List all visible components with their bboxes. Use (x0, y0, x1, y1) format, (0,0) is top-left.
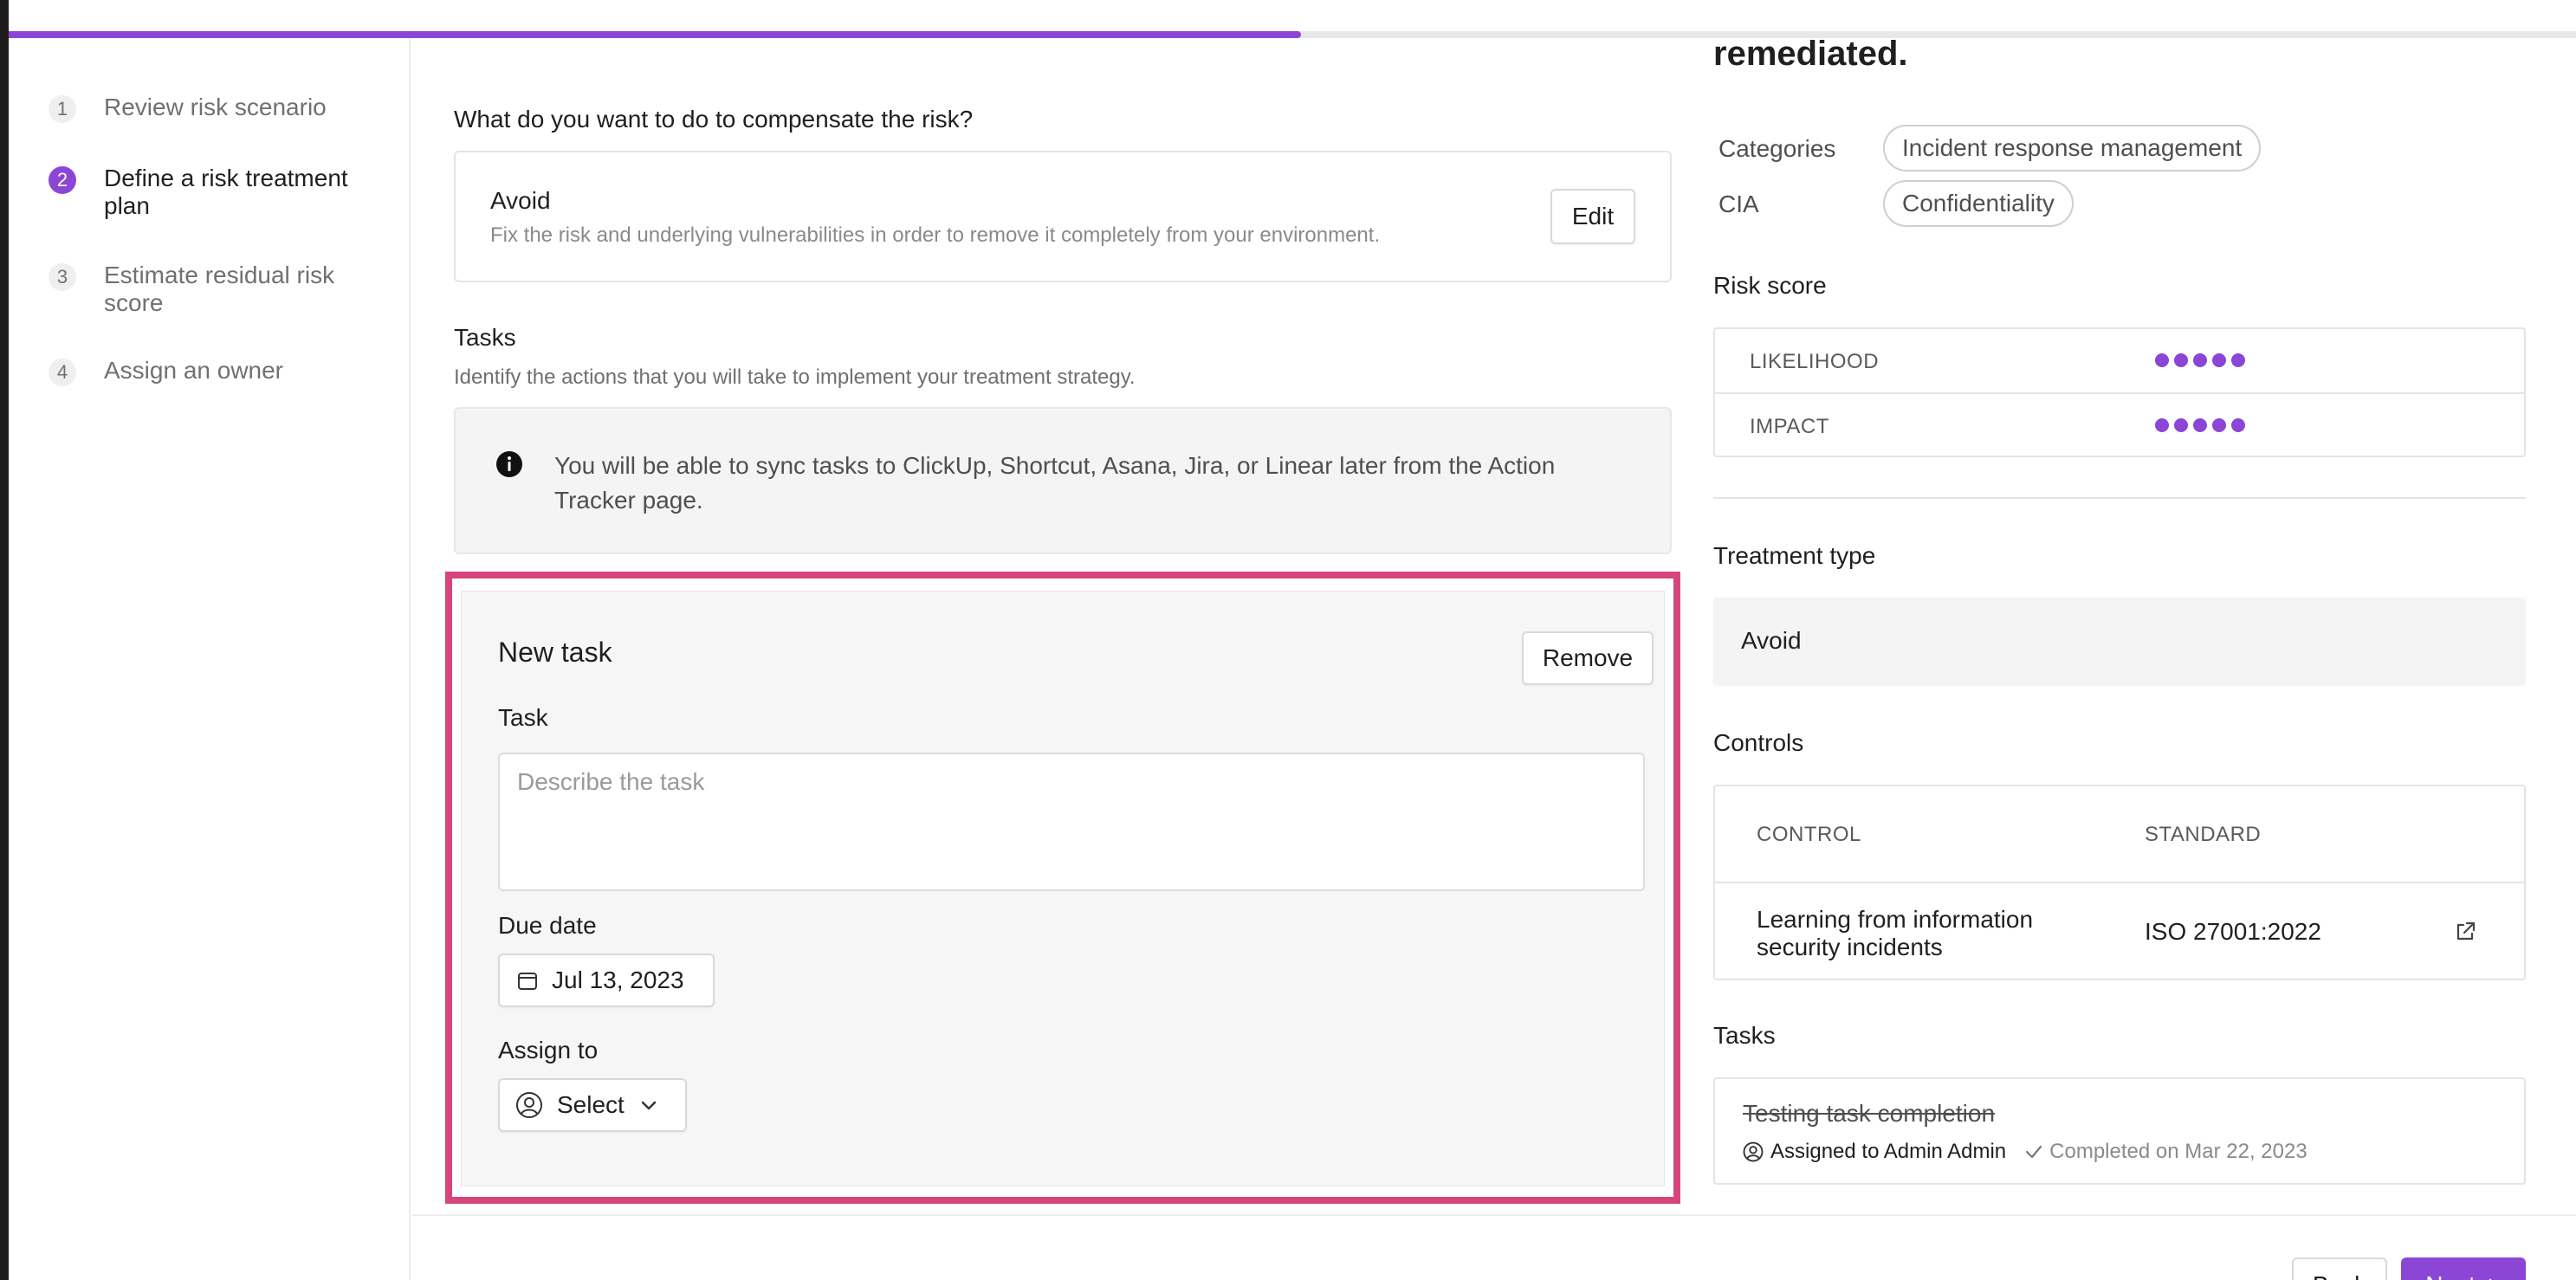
treatment-title: Avoid (490, 187, 551, 214)
step-number: 1 (49, 95, 76, 123)
chevron-down-icon (641, 1101, 657, 1110)
likelihood-dots (2155, 353, 2245, 367)
treatment-type-title: Treatment type (1713, 542, 1876, 569)
sync-info-box: You will be able to sync tasks to ClickU… (454, 407, 1672, 554)
step-label: Assign an owner (104, 357, 284, 384)
task-field-label: Task (498, 704, 548, 731)
controls-title: Controls (1713, 729, 1804, 756)
info-icon (496, 451, 522, 477)
task-completed-date: Completed on Mar 22, 2023 (2049, 1140, 2307, 1163)
control-standard: ISO 27001:2022 (2145, 918, 2321, 945)
likelihood-row: LIKELIHOOD (1715, 329, 2524, 392)
tasks-description: Identify the actions that you will take … (454, 365, 1136, 389)
control-name: Learning from information security incid… (1757, 906, 2034, 960)
step-number: 4 (49, 359, 76, 386)
stepper-sidebar: 1 Review risk scenario 2 Define a risk t… (9, 38, 411, 1280)
risk-score-title: Risk score (1713, 272, 1827, 299)
cia-label: CIA (1718, 191, 1759, 217)
step-number: 3 (49, 263, 76, 291)
edit-button[interactable]: Edit (1550, 189, 1635, 244)
task-description-input[interactable] (498, 753, 1645, 891)
assignee-select[interactable]: Select (498, 1078, 687, 1132)
next-button[interactable]: Next (2401, 1257, 2526, 1280)
treatment-description: Fix the risk and underlying vulnerabilit… (490, 223, 1381, 247)
user-avatar-icon (516, 1092, 542, 1118)
step-number: 2 (49, 166, 76, 194)
cia-pill: Confidentiality (1883, 180, 2074, 227)
treatment-type-value: Avoid (1741, 627, 1802, 654)
right-tasks-title: Tasks (1713, 1022, 1776, 1049)
impact-dots (2155, 418, 2245, 432)
new-task-highlight: New task Remove Task Due date Jul 13, 20… (445, 572, 1680, 1204)
wizard-footer: Back Next (412, 1214, 2576, 1280)
risk-heading: remediated. (1713, 35, 1908, 73)
chevron-right-icon (2489, 1278, 2492, 1280)
task-assignee: Assigned to Admin Admin (1770, 1140, 2007, 1163)
calendar-icon (518, 973, 537, 990)
task-list-item[interactable]: Testing task completion Assigned to Admi… (1713, 1077, 2526, 1185)
controls-table-header: CONTROL STANDARD (1715, 786, 2524, 883)
check-icon (2026, 1145, 2042, 1159)
treatment-type-box: Avoid (1713, 598, 2526, 686)
task-item-title: Testing task completion (1743, 1100, 1996, 1127)
treatment-question: What do you want to do to compensate the… (454, 106, 974, 133)
step-estimate-residual-risk[interactable]: 3 Estimate residual risk score (49, 262, 390, 317)
background-edge (0, 0, 9, 1280)
back-button[interactable]: Back (2292, 1257, 2387, 1280)
step-assign-owner[interactable]: 4 Assign an owner (49, 357, 390, 386)
category-pill: Incident response management (1883, 125, 2262, 171)
treatment-card: Avoid Fix the risk and underlying vulner… (454, 151, 1672, 282)
assignee-select-value: Select (557, 1091, 625, 1118)
main-content: What do you want to do to compensate the… (412, 38, 1712, 1280)
impact-label: IMPACT (1750, 415, 1829, 438)
progress-bar (9, 31, 1301, 38)
user-avatar-icon (1743, 1141, 1764, 1162)
step-label: Define a risk treatment plan (104, 165, 348, 219)
section-divider (1713, 497, 2526, 499)
step-review-risk-scenario[interactable]: 1 Review risk scenario (49, 94, 390, 123)
likelihood-label: LIKELIHOOD (1750, 350, 1880, 373)
impact-row: IMPACT (1715, 392, 2524, 456)
controls-table: CONTROL STANDARD Learning from informati… (1713, 785, 2526, 980)
risk-summary-panel: remediated. Categories Incident response… (1713, 0, 2576, 1280)
new-task-title: New task (498, 637, 612, 668)
control-column-header: CONTROL (1757, 823, 1861, 846)
external-link-icon[interactable] (2453, 920, 2477, 944)
next-button-label: Next (2425, 1271, 2476, 1280)
standard-column-header: STANDARD (2145, 823, 2262, 846)
categories-label: Categories (1718, 135, 1836, 162)
new-task-form: New task Remove Task Due date Jul 13, 20… (461, 591, 1665, 1186)
remove-task-button[interactable]: Remove (1522, 631, 1654, 685)
risk-score-table: LIKELIHOOD IMPACT (1713, 327, 2526, 457)
step-define-treatment-plan[interactable]: 2 Define a risk treatment plan (49, 165, 390, 220)
step-label: Estimate residual risk score (104, 262, 335, 316)
task-item-meta: Assigned to Admin Admin Completed on Mar… (1743, 1140, 2307, 1164)
tasks-title: Tasks (454, 324, 516, 351)
due-date-value: Jul 13, 2023 (552, 966, 684, 993)
step-label: Review risk scenario (104, 94, 327, 120)
assign-to-label: Assign to (498, 1037, 599, 1063)
sync-info-text: You will be able to sync tasks to ClickU… (554, 452, 1556, 514)
due-date-label: Due date (498, 912, 597, 939)
due-date-picker[interactable]: Jul 13, 2023 (498, 954, 715, 1007)
